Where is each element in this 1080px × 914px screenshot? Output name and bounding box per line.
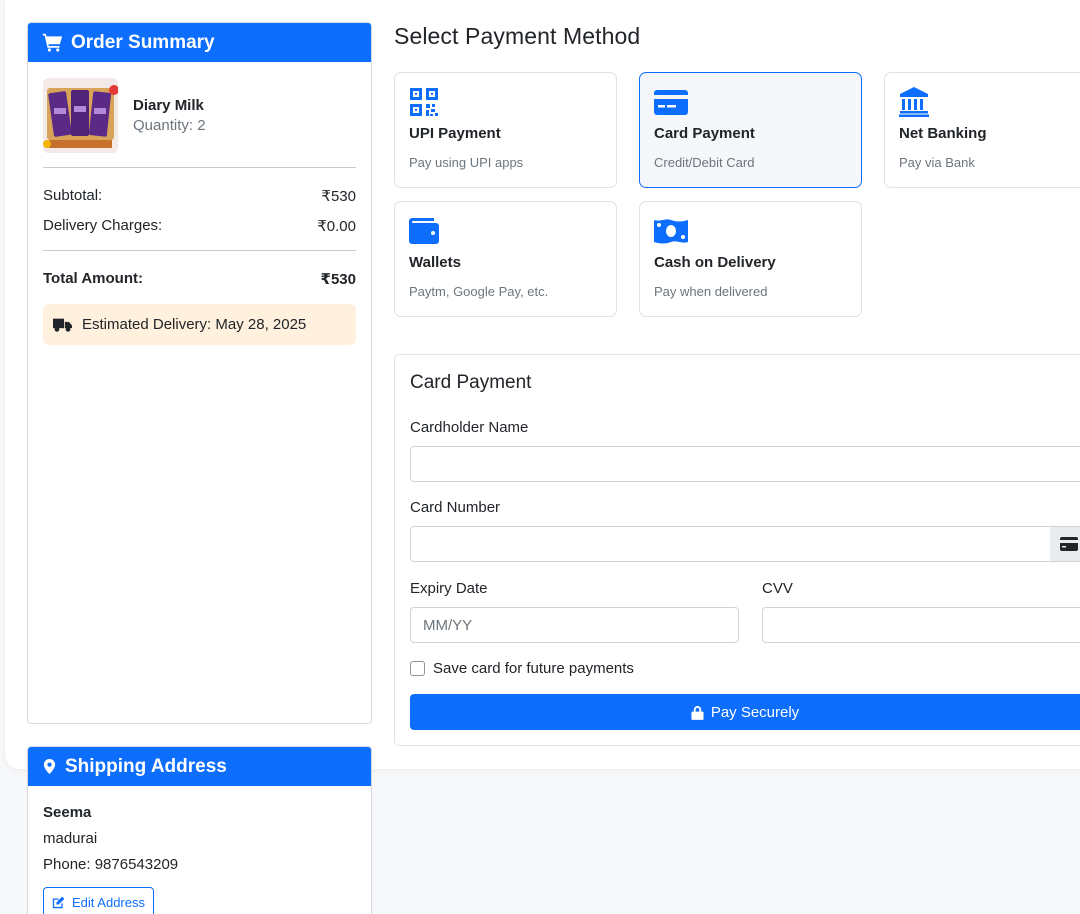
- recipient-city: madurai: [43, 830, 98, 847]
- cardholder-name-label: Cardholder Name: [410, 419, 529, 436]
- card-number-input[interactable]: [410, 526, 1051, 562]
- total-row: Total Amount: ₹530: [43, 270, 356, 288]
- credit-card-icon: [1060, 537, 1078, 551]
- order-summary-header: Order Summary: [28, 23, 371, 62]
- subtotal-value: ₹530: [321, 188, 356, 205]
- cart-icon: [42, 33, 63, 52]
- product-image: [43, 78, 118, 153]
- edit-address-label: Edit Address: [72, 894, 145, 910]
- payment-section-title: Select Payment Method: [394, 23, 641, 49]
- wallet-icon: [409, 218, 439, 244]
- payment-method-title: Card Payment: [654, 125, 755, 142]
- edit-address-button[interactable]: Edit Address: [43, 887, 154, 914]
- delivery-charges-value: ₹0.00: [317, 218, 356, 235]
- product-item: Diary Milk Quantity: 2: [43, 78, 356, 153]
- save-card-row[interactable]: Save card for future payments: [410, 660, 634, 677]
- payment-method-title: Wallets: [409, 254, 461, 271]
- shipping-address-panel: Shipping Address Seema madurai Phone: 98…: [27, 746, 372, 914]
- payment-method-cod[interactable]: Cash on Delivery Pay when delivered: [639, 201, 862, 317]
- cvv-label: CVV: [762, 580, 793, 597]
- payment-method-subtitle: Pay when delivered: [654, 284, 768, 299]
- payment-method-subtitle: Pay using UPI apps: [409, 155, 524, 170]
- delivery-charges-label: Delivery Charges:: [43, 217, 163, 234]
- total-value: ₹530: [320, 271, 356, 288]
- cash-icon: [654, 219, 688, 244]
- subtotal-row: Subtotal: ₹530: [43, 187, 356, 205]
- product-quantity: Quantity: 2: [133, 117, 206, 134]
- expiry-date-input[interactable]: [410, 607, 739, 643]
- payment-method-title: Cash on Delivery: [654, 254, 776, 271]
- payment-method-title: Net Banking: [899, 125, 987, 142]
- subtotal-label: Subtotal:: [43, 187, 103, 204]
- qr-code-icon: [410, 88, 438, 116]
- recipient-phone: Phone: 9876543209: [43, 856, 179, 873]
- estimated-delivery-text: Estimated Delivery: May 28, 2025: [82, 316, 307, 333]
- card-number-addon: [1050, 526, 1080, 562]
- payment-method-card[interactable]: Card Payment Credit/Debit Card: [639, 72, 862, 188]
- card-payment-form: Card Payment Cardholder Name Card Number…: [394, 354, 1080, 746]
- cvv-input[interactable]: [762, 607, 1080, 643]
- payment-method-subtitle: Credit/Debit Card: [654, 155, 755, 170]
- cardholder-name-input[interactable]: [410, 446, 1080, 482]
- payment-method-subtitle: Pay via Bank: [899, 155, 975, 170]
- shipping-address-title: Shipping Address: [65, 755, 227, 777]
- order-summary-panel: Order Summary Diary Milk Quantity: 2 Sub…: [27, 22, 372, 724]
- payment-method-title: UPI Payment: [409, 125, 501, 142]
- payment-method-wallets[interactable]: Wallets Paytm, Google Pay, etc.: [394, 201, 617, 317]
- bank-icon: [899, 87, 929, 117]
- shipping-address-header: Shipping Address: [28, 747, 371, 786]
- map-pin-icon: [43, 759, 56, 774]
- divider: [43, 167, 356, 168]
- divider: [43, 250, 356, 251]
- recipient-name: Seema: [43, 804, 92, 821]
- truck-icon: [53, 318, 72, 332]
- payment-method-subtitle: Paytm, Google Pay, etc.: [409, 284, 549, 299]
- estimated-delivery-box: Estimated Delivery: May 28, 2025: [43, 304, 356, 345]
- card-form-title: Card Payment: [410, 372, 532, 393]
- edit-icon: [52, 896, 65, 908]
- order-summary-title: Order Summary: [71, 31, 215, 53]
- payment-method-upi[interactable]: UPI Payment Pay using UPI apps: [394, 72, 617, 188]
- pay-securely-button[interactable]: Pay Securely: [410, 694, 1080, 730]
- card-number-label: Card Number: [410, 499, 501, 516]
- product-name: Diary Milk: [133, 97, 204, 114]
- save-card-checkbox[interactable]: [410, 661, 425, 676]
- pay-securely-label: Pay Securely: [710, 703, 800, 721]
- save-card-label: Save card for future payments: [433, 660, 634, 677]
- expiry-date-label: Expiry Date: [410, 580, 488, 597]
- lock-icon: [691, 705, 704, 720]
- credit-card-icon: [654, 90, 688, 115]
- total-label: Total Amount:: [43, 270, 143, 287]
- payment-method-netbanking[interactable]: Net Banking Pay via Bank: [884, 72, 1080, 188]
- delivery-charges-row: Delivery Charges: ₹0.00: [43, 217, 356, 235]
